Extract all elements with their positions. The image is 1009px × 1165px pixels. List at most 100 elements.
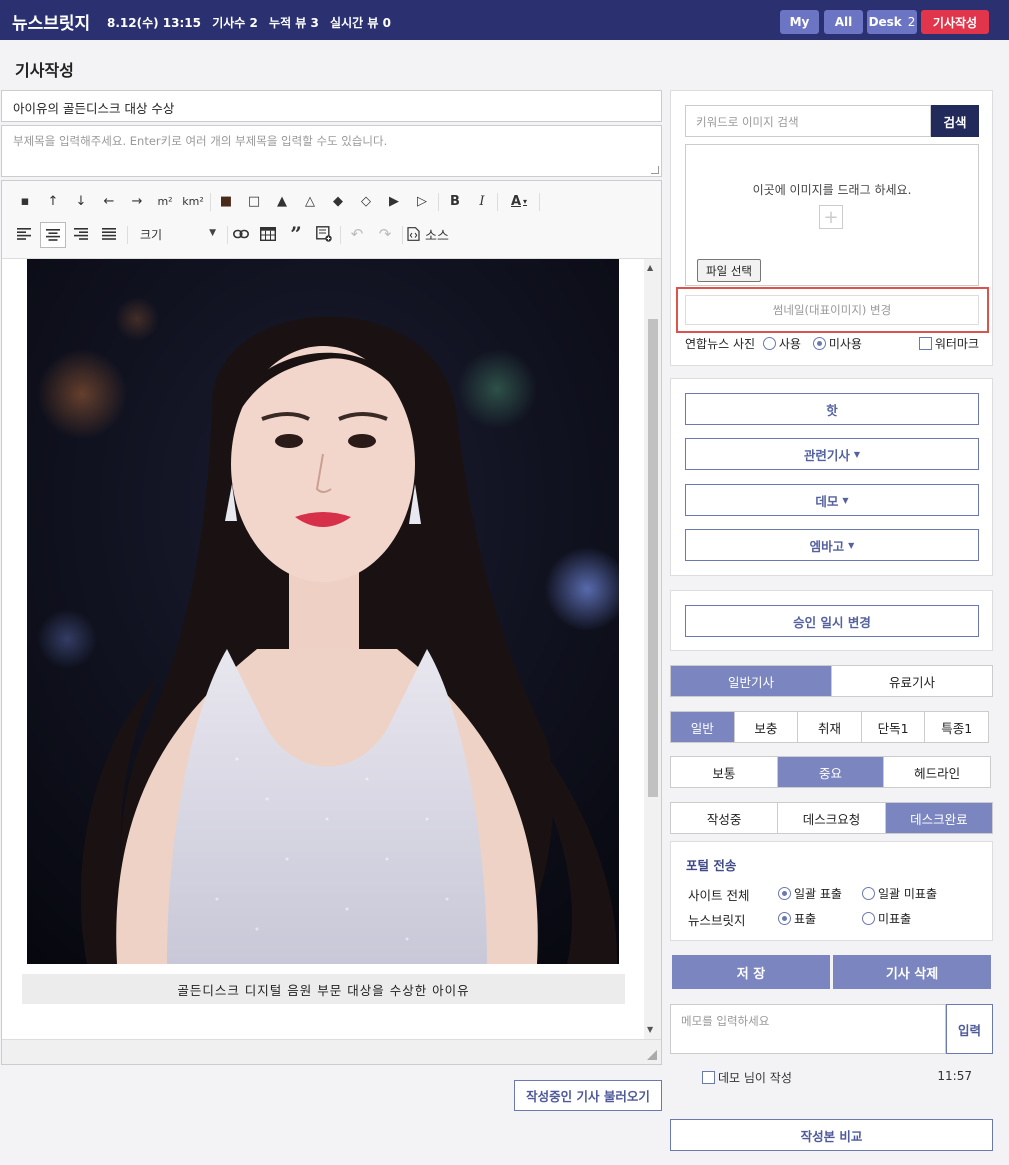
editor-scrollbar[interactable]: ▲ ▼ <box>644 259 661 1039</box>
square-km-icon[interactable]: km² <box>181 189 205 213</box>
load-draft-button[interactable]: 작성중인 기사 불러오기 <box>514 1080 662 1111</box>
status-desk-request-tab[interactable]: 데스크요청 <box>778 803 886 833</box>
delete-article-button[interactable]: 기사 삭제 <box>833 955 991 989</box>
status-writing-tab[interactable]: 작성중 <box>671 803 779 833</box>
insert-template-icon[interactable] <box>312 222 336 246</box>
site-hide-option[interactable]: 일괄 미표출 <box>862 885 937 902</box>
small-square-icon[interactable]: ▪ <box>13 189 37 213</box>
bold-icon[interactable]: B <box>443 189 467 213</box>
scroll-down-icon[interactable]: ▼ <box>647 1025 653 1034</box>
redo-icon[interactable]: ↷ <box>373 222 397 246</box>
type-general-tab[interactable]: 일반기사 <box>671 666 832 696</box>
importance-important-tab[interactable]: 중요 <box>777 757 885 787</box>
importance-normal-tab[interactable]: 보통 <box>671 757 778 787</box>
brand-logo[interactable]: 뉴스브릿지 <box>12 9 90 34</box>
embargo-label: 엠바고 <box>809 538 845 554</box>
resize-grip-icon[interactable] <box>651 166 659 174</box>
text-color-icon[interactable]: A ▾ <box>503 189 535 213</box>
radio-icon[interactable] <box>862 912 875 925</box>
category-exclusive-tab[interactable]: 단독1 <box>862 712 926 742</box>
nb-show-option[interactable]: 표출 <box>778 910 816 927</box>
hollow-diamond-icon[interactable]: ◇ <box>354 189 378 213</box>
photo-caption[interactable]: 골든디스크 디지털 음원 부문 대상을 수상한 아이유 <box>22 974 625 1004</box>
image-dropzone[interactable]: 이곳에 이미지를 드래그 하세요. + 파일 선택 <box>685 144 979 286</box>
align-justify-icon[interactable] <box>97 222 121 246</box>
table-icon[interactable] <box>256 222 280 246</box>
scroll-thumb[interactable] <box>648 319 658 797</box>
toolbar-divider <box>210 193 211 211</box>
subtitle-input[interactable]: 부제목을 입력해주세요. Enter키로 여러 개의 부제목을 입력할 수도 있… <box>1 125 662 177</box>
filled-square-icon[interactable]: ■ <box>214 189 238 213</box>
image-search-input[interactable]: 키워드로 이미지 검색 <box>685 105 931 137</box>
align-right-icon[interactable] <box>69 222 93 246</box>
hot-button[interactable]: 핫 <box>685 393 979 425</box>
hollow-triangle-icon[interactable]: △ <box>298 189 322 213</box>
square-meter-icon[interactable]: m² <box>153 189 177 213</box>
memo-submit-button[interactable]: 입력 <box>946 1004 993 1054</box>
desk-label: Desk <box>868 15 902 29</box>
link-icon[interactable] <box>229 222 253 246</box>
file-select-button[interactable]: 파일 선택 <box>697 259 761 282</box>
checkbox-icon[interactable] <box>702 1071 715 1084</box>
radio-selected-icon[interactable] <box>778 912 791 925</box>
site-show-option[interactable]: 일괄 표출 <box>778 885 842 902</box>
font-size-select[interactable]: 크기 ▼ <box>138 223 220 245</box>
filled-triangle-icon[interactable]: ▲ <box>270 189 294 213</box>
arrow-right-icon[interactable]: → <box>125 189 149 213</box>
memo-input[interactable]: 메모를 입력하세요 <box>670 1004 946 1054</box>
toolbar-divider <box>402 226 403 244</box>
arrow-left-icon[interactable]: ← <box>97 189 121 213</box>
importance-headline-tab[interactable]: 헤드라인 <box>884 757 990 787</box>
all-button[interactable]: All <box>824 10 863 34</box>
approval-time-button[interactable]: 승인 일시 변경 <box>685 605 979 637</box>
align-center-icon[interactable] <box>40 222 66 248</box>
yonhap-nouse-option[interactable]: 미사용 <box>812 337 862 351</box>
blockquote-icon[interactable]: ” <box>284 222 308 246</box>
category-general-tab[interactable]: 일반 <box>671 712 735 742</box>
source-button[interactable]: 소스 <box>407 222 459 246</box>
type-paid-tab[interactable]: 유료기사 <box>832 666 992 696</box>
watermark-option[interactable]: 워터마크 <box>918 335 979 352</box>
checkbox-icon[interactable] <box>918 337 932 350</box>
radio-selected-icon[interactable] <box>778 887 791 900</box>
title-input[interactable]: 아이유의 골든디스크 대상 수상 <box>1 90 662 122</box>
related-articles-button[interactable]: 관련기사 ▼ <box>685 438 979 470</box>
category-supplement-tab[interactable]: 보충 <box>735 712 799 742</box>
radio-selected-icon[interactable] <box>812 337 826 350</box>
embargo-button[interactable]: 엠바고 ▼ <box>685 529 979 561</box>
header-stats: 8.12(수) 13:15 기사수 2 누적 뷰 3 실시간 뷰 0 <box>107 14 398 31</box>
radio-icon[interactable] <box>762 337 776 350</box>
radio-icon[interactable] <box>862 887 875 900</box>
undo-icon[interactable]: ↶ <box>345 222 369 246</box>
yonhap-use-option[interactable]: 사용 <box>762 337 801 351</box>
filled-diamond-icon[interactable]: ◆ <box>326 189 350 213</box>
italic-icon[interactable]: I <box>470 189 494 213</box>
demo-button[interactable]: 데모 ▼ <box>685 484 979 516</box>
arrow-down-icon[interactable]: ↓ <box>69 189 93 213</box>
hollow-play-icon[interactable]: ▷ <box>410 189 434 213</box>
category-scoop-tab[interactable]: 특종1 <box>925 712 988 742</box>
editor-content[interactable]: 골든디스크 디지털 음원 부문 대상을 수상한 아이유 ▲ ▼ <box>2 259 661 1039</box>
arrow-up-icon[interactable]: ↑ <box>41 189 65 213</box>
site-show-label: 일괄 표출 <box>794 887 842 901</box>
page-title: 기사작성 <box>15 61 74 80</box>
my-button[interactable]: My <box>780 10 819 34</box>
compare-versions-button[interactable]: 작성본 비교 <box>670 1119 993 1151</box>
category-coverage-tab[interactable]: 취재 <box>798 712 862 742</box>
desk-button[interactable]: Desk 2 <box>867 10 917 34</box>
image-search-button[interactable]: 검색 <box>931 105 979 137</box>
align-left-icon[interactable] <box>12 222 36 246</box>
plus-icon[interactable]: + <box>819 205 843 229</box>
resize-corner-icon[interactable] <box>647 1050 657 1060</box>
scroll-up-icon[interactable]: ▲ <box>647 263 653 272</box>
status-desk-complete-tab[interactable]: 데스크완료 <box>885 803 992 833</box>
subtitle-placeholder: 부제목을 입력해주세요. Enter키로 여러 개의 부제목을 입력할 수도 있… <box>13 134 388 148</box>
nb-hide-option[interactable]: 미표출 <box>862 910 911 927</box>
write-article-button[interactable]: 기사작성 <box>921 10 989 34</box>
article-photo[interactable] <box>27 259 619 964</box>
filled-play-icon[interactable]: ▶ <box>382 189 406 213</box>
hollow-square-icon[interactable]: □ <box>242 189 266 213</box>
save-button[interactable]: 저 장 <box>672 955 830 989</box>
memo-item-time: 11:57 <box>937 1069 972 1083</box>
editor-resize-bar[interactable] <box>2 1039 661 1064</box>
